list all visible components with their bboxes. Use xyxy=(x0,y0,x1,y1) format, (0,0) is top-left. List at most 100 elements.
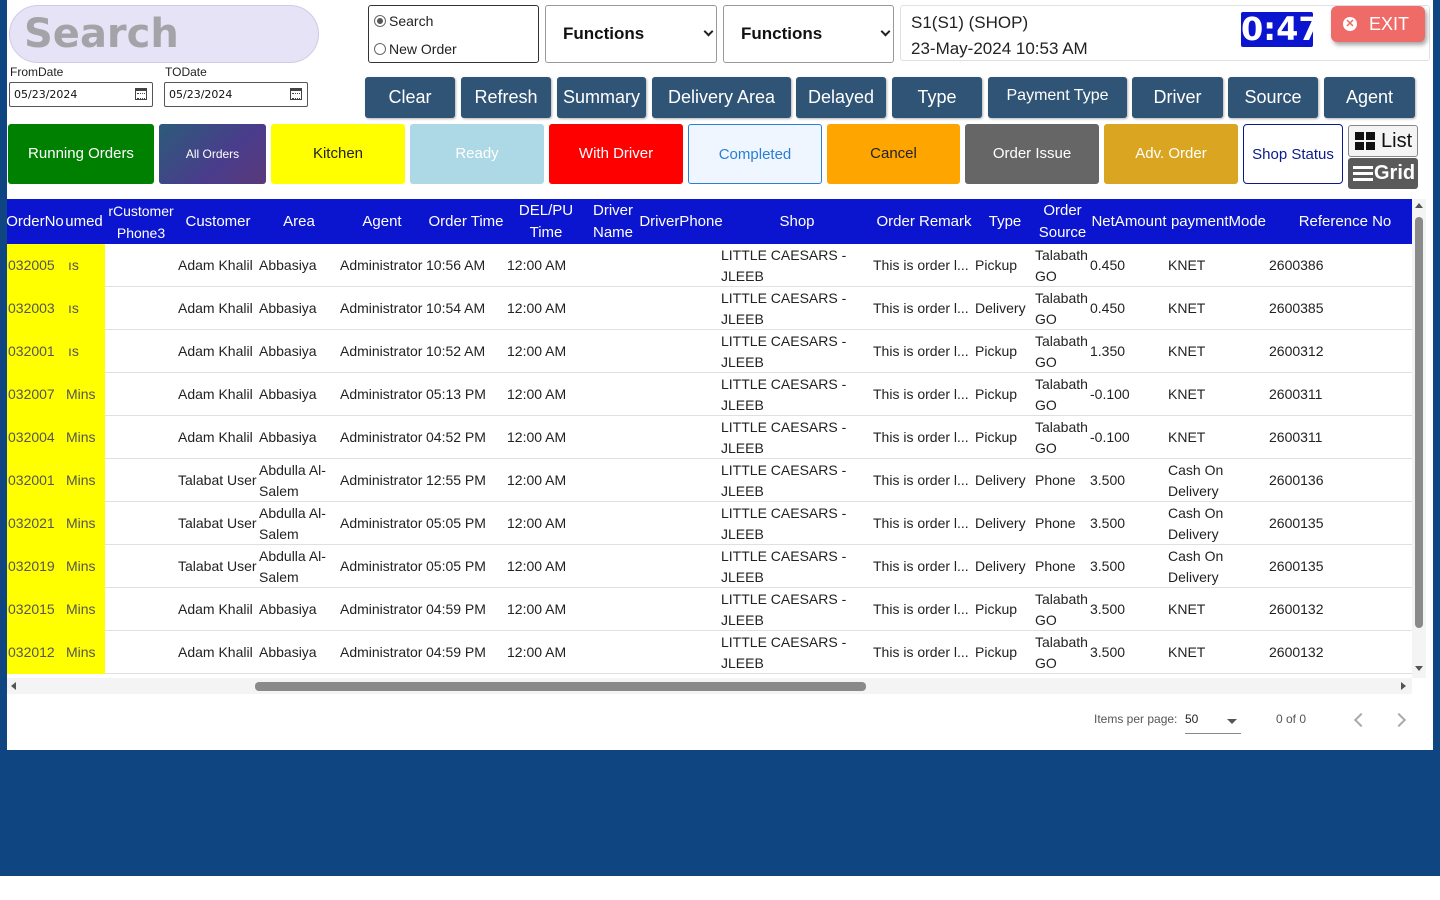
col-order-no-cell: 032012 xyxy=(7,631,63,674)
driver-button[interactable]: Driver xyxy=(1132,77,1223,118)
type-button[interactable]: Type xyxy=(892,77,982,118)
col-reference-no-cell: 2600132 xyxy=(1269,644,1324,660)
source-button[interactable]: Source xyxy=(1228,77,1318,118)
col-area-header[interactable]: Area xyxy=(259,199,339,244)
radio-new-order[interactable]: New Order xyxy=(374,41,457,57)
col-driver-name-cell xyxy=(585,287,641,330)
completed-button[interactable]: Completed xyxy=(688,124,822,184)
table-row[interactable]: 032012 Mins Adam Khalil Abbasiya Administrat… xyxy=(7,631,1412,674)
col-agent-header[interactable]: Agent xyxy=(339,199,425,244)
adv-order-button[interactable]: Adv. Order xyxy=(1104,124,1238,184)
table-row[interactable]: 032003 ıs Adam Khalil Abbasiya Administrator… xyxy=(7,287,1412,330)
table-row[interactable]: 032004 Mins Adam Khalil Abbasiya Administrat… xyxy=(7,416,1412,459)
delayed-button[interactable]: Delayed xyxy=(796,77,886,118)
col-area-cell: Abdulla Al-Salem xyxy=(259,461,326,499)
running-orders-button[interactable]: Running Orders xyxy=(8,124,154,184)
col-net-amount-header[interactable]: NetAmount xyxy=(1090,199,1168,244)
calendar-icon[interactable] xyxy=(135,88,147,100)
col-customer-cell: Adam Khalil xyxy=(178,343,253,359)
all-orders-button[interactable]: All Orders xyxy=(159,124,266,184)
search-input[interactable]: Search xyxy=(9,5,319,63)
scroll-left-icon[interactable] xyxy=(11,682,16,690)
col-payment-mode-cell: KNET xyxy=(1168,386,1206,402)
calendar-icon[interactable] xyxy=(290,88,302,100)
summary-button[interactable]: Summary xyxy=(557,77,646,118)
col-order-no-header[interactable]: OrderNo xyxy=(7,199,64,244)
page-size-value: 50 xyxy=(1185,712,1199,726)
col-order-time-cell: 05:05 PM xyxy=(426,558,486,574)
scroll-thumb[interactable] xyxy=(1415,217,1423,628)
scroll-up-icon[interactable] xyxy=(1415,203,1423,208)
col-order-remark-header[interactable]: Order Remark xyxy=(873,199,975,244)
col-payment-mode-header[interactable]: paymentMode xyxy=(1168,199,1269,244)
agent-button[interactable]: Agent xyxy=(1324,77,1415,118)
scroll-down-icon[interactable] xyxy=(1415,666,1423,671)
dropdown-arrow-icon xyxy=(1227,719,1237,724)
scroll-right-icon[interactable] xyxy=(1401,682,1406,690)
refresh-button[interactable]: Refresh xyxy=(461,77,551,118)
col-driver-phone-header[interactable]: DriverPhone xyxy=(639,199,722,244)
col-order-source-header[interactable]: Order Source xyxy=(1035,199,1090,244)
col-shop-cell: LITTLE CAESARS - JLEEB xyxy=(721,289,847,327)
col-net-amount-cell: 3.500 xyxy=(1090,644,1126,660)
shop-status-button[interactable]: Shop Status xyxy=(1243,124,1343,184)
col-customer-cell: Adam Khalil xyxy=(178,644,253,660)
col-order-no-cell: 032021 xyxy=(7,502,63,545)
table-row[interactable]: 032007 Mins Adam Khalil Abbasiya Administrat… xyxy=(7,373,1412,416)
radio-search[interactable]: Search xyxy=(374,13,433,29)
col-driver-phone-cell xyxy=(641,545,721,588)
col-agent-cell: Administrator xyxy=(340,429,423,445)
col-customer-header[interactable]: Customer xyxy=(177,199,259,244)
radio-button[interactable] xyxy=(374,43,386,55)
col-customer-phone-cell xyxy=(105,287,177,330)
table-row[interactable]: 032015 Mins Adam Khalil Abbasiya Administrat… xyxy=(7,588,1412,631)
vertical-scrollbar[interactable] xyxy=(1412,199,1426,678)
functions-select-1[interactable]: Functions xyxy=(545,5,717,63)
table-row[interactable]: 032001 ıs Adam Khalil Abbasiya Administrator… xyxy=(7,330,1412,373)
delivery-area-button[interactable]: Delivery Area xyxy=(652,77,791,118)
radio-button[interactable] xyxy=(374,15,386,27)
exit-button[interactable]: ✕ EXIT xyxy=(1331,6,1425,42)
col-consumed-cell: Mins xyxy=(63,459,105,502)
col-customer-phone-cell xyxy=(105,244,177,287)
functions-select-2[interactable]: Functions xyxy=(723,5,894,63)
col-driver-phone-cell xyxy=(641,588,721,631)
ready-button[interactable]: Ready xyxy=(410,124,544,184)
col-shop-header[interactable]: Shop xyxy=(721,199,873,244)
scroll-thumb[interactable] xyxy=(255,682,866,691)
page-size-select[interactable]: 50 xyxy=(1185,712,1241,734)
col-reference-no-header[interactable]: Reference No xyxy=(1269,199,1412,244)
table-row[interactable]: 032019 Mins Talabat User Abdulla Al-Salem Ad… xyxy=(7,545,1412,588)
col-order-time-header[interactable]: Order Time xyxy=(425,199,507,244)
to-date-field[interactable]: 05/23/2024 xyxy=(164,82,308,107)
clear-button[interactable]: Clear xyxy=(365,77,455,118)
col-del-pu-time-cell: 12:00 AM xyxy=(507,601,567,617)
col-customer-phone-header[interactable]: rCustomer Phone3 xyxy=(105,199,177,244)
col-driver-phone-cell xyxy=(641,330,721,373)
col-del-pu-time-header[interactable]: DEL/PU Time xyxy=(507,199,585,244)
col-type-header[interactable]: Type xyxy=(975,199,1035,244)
col-customer-cell: Adam Khalil xyxy=(178,601,253,617)
payment-type-button[interactable]: Payment Type xyxy=(988,77,1127,118)
grid-icon xyxy=(1353,166,1373,182)
col-driver-name-cell xyxy=(585,545,641,588)
with-driver-button[interactable]: With Driver xyxy=(549,124,683,184)
col-driver-name-header[interactable]: Driver Name xyxy=(585,199,641,244)
col-order-no-cell: 032003 xyxy=(7,287,63,330)
order-issue-button[interactable]: Order Issue xyxy=(965,124,1099,184)
list-view-button[interactable]: List xyxy=(1348,125,1418,157)
col-type-cell: Pickup xyxy=(975,257,1018,273)
from-date-field[interactable]: 05/23/2024 xyxy=(9,82,153,107)
horizontal-scrollbar[interactable] xyxy=(7,678,1412,694)
cancel-button[interactable]: Cancel xyxy=(827,124,960,184)
grid-view-button[interactable]: Grid xyxy=(1348,158,1418,189)
table-row[interactable]: 032005 ıs Adam Khalil Abbasiya Administrator… xyxy=(7,244,1412,287)
kitchen-button[interactable]: Kitchen xyxy=(271,124,405,184)
table-row[interactable]: 032021 Mins Talabat User Abdulla Al-Salem Ad… xyxy=(7,502,1412,545)
table-row[interactable]: 032001 Mins Talabat User Abdulla Al-Salem Ad… xyxy=(7,459,1412,502)
shop-datetime: 23-May-2024 10:53 AM xyxy=(911,39,1088,58)
col-consumed-header[interactable]: umed xyxy=(63,199,105,244)
shop-name: S1(S1) (SHOP) xyxy=(911,13,1029,32)
view-toggle: List Grid xyxy=(1348,125,1418,189)
col-shop-cell: LITTLE CAESARS - JLEEB xyxy=(721,246,847,284)
